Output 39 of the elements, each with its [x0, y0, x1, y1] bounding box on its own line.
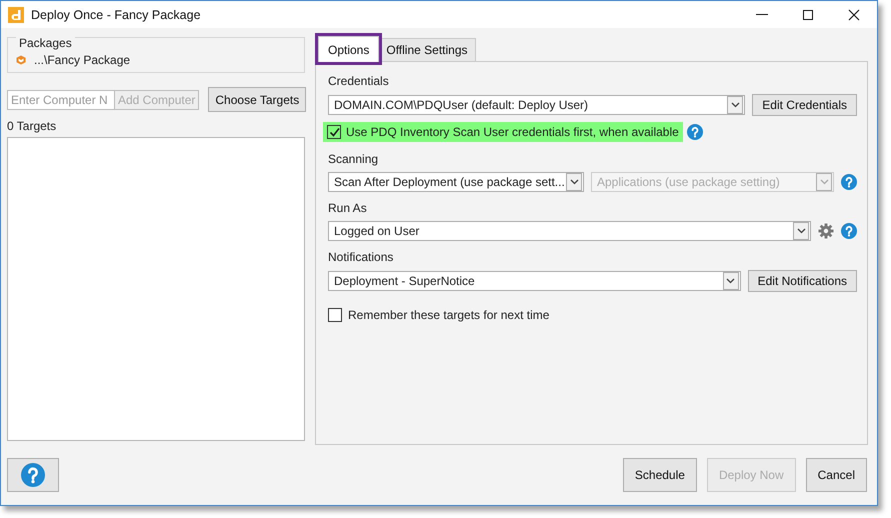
edit-notifications-button[interactable]: Edit Notifications	[748, 270, 857, 292]
help-icon	[841, 174, 857, 190]
chevron-down-icon	[796, 228, 806, 234]
dropdown[interactable]: Scan After Deployment (use package sett...	[328, 172, 584, 192]
targets-count: 0 Targets	[7, 119, 58, 133]
chevron-down-icon	[730, 102, 740, 108]
dropdown[interactable]: Deployment - SuperNotice	[328, 271, 741, 291]
choose-targets-button[interactable]: Choose Targets	[208, 87, 306, 112]
close-icon	[848, 8, 860, 20]
help-button[interactable]	[7, 458, 59, 492]
package-item[interactable]: ...\Fancy Package	[34, 53, 130, 67]
chevron-down-icon	[570, 179, 578, 185]
gear-icon	[818, 223, 834, 239]
chevron-down-icon	[820, 179, 828, 185]
window-title: Deploy Once - Fancy Package	[31, 8, 201, 22]
section-label: Credentials	[328, 74, 390, 88]
section-label: Notifications	[328, 250, 394, 264]
maximize-icon	[802, 8, 814, 20]
computer-name-field[interactable]: Enter Computer N	[7, 90, 114, 110]
help-icon	[21, 463, 45, 487]
group-label: Packages	[16, 36, 75, 50]
minimize-icon	[756, 14, 768, 15]
help-icon	[841, 223, 857, 239]
package-icon	[16, 55, 26, 65]
dropdown[interactable]: DOMAIN.COM\PDQUser (default: Deploy User)	[328, 95, 746, 115]
section-label: Run As	[328, 201, 368, 215]
checkbox[interactable]	[328, 308, 342, 322]
chevron-down-icon	[726, 278, 736, 284]
footer-button[interactable]: Cancel	[806, 458, 867, 492]
checkbox-label: Use PDQ Inventory Scan User credentials first, when available	[346, 125, 679, 139]
tab[interactable]: Options	[318, 36, 380, 62]
edit-credentials-button[interactable]: Edit Credentials	[752, 94, 857, 116]
checkbox-label: Remember these targets for next time	[348, 308, 550, 322]
help-icon	[686, 124, 703, 140]
dropdown[interactable]: Logged on User	[328, 221, 811, 241]
footer-button[interactable]: Schedule	[622, 458, 697, 492]
section-label: Scanning	[328, 152, 380, 166]
app-logo-icon	[8, 6, 24, 22]
checkbox[interactable]	[327, 125, 341, 139]
